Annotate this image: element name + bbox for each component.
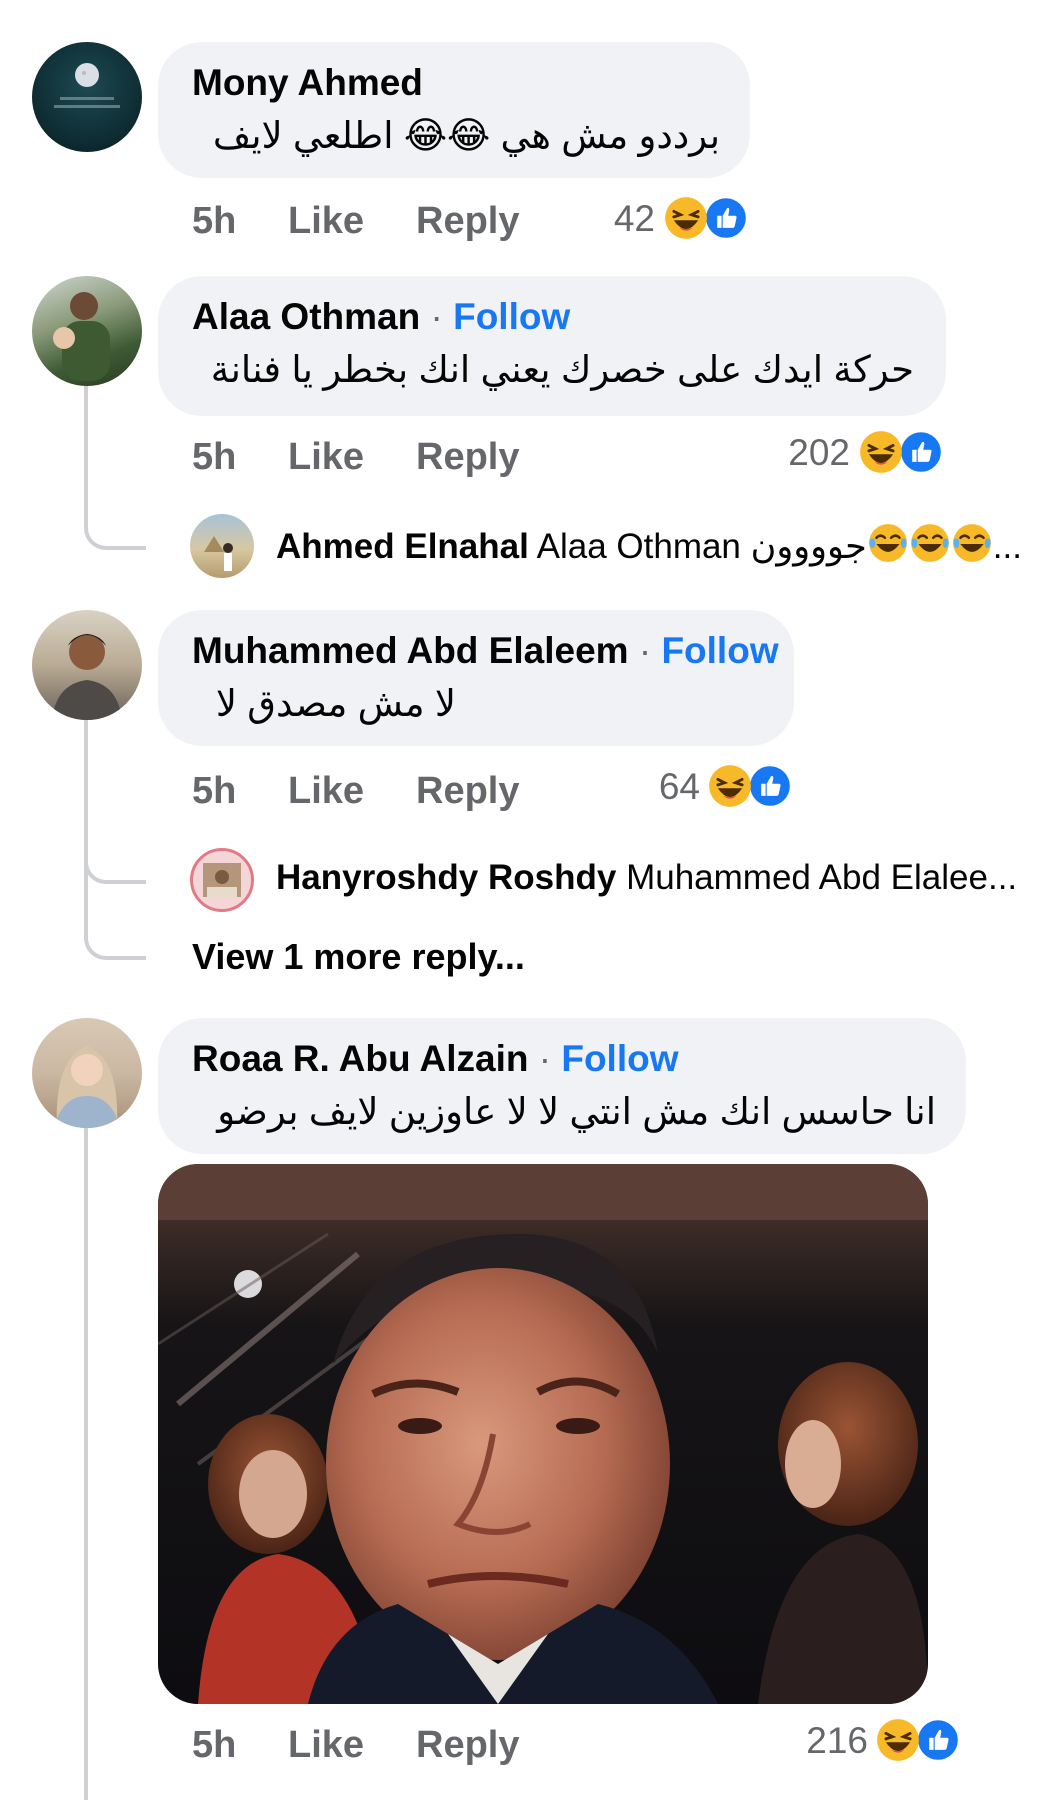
reaction-count[interactable]: 216 [778, 1720, 868, 1762]
thread-hook [84, 440, 146, 550]
author-name[interactable]: Alaa Othman [192, 296, 420, 337]
comment-time[interactable]: 5h [192, 1724, 236, 1767]
follow-button[interactable]: Follow [453, 296, 570, 337]
reaction-count[interactable]: 64 [620, 766, 700, 808]
like-button[interactable]: Like [288, 200, 364, 243]
tears-of-joy-emoji-icon [951, 522, 992, 564]
comment-photo[interactable] [158, 1164, 928, 1704]
haha-emoji-icon [876, 1718, 920, 1762]
haha-emoji-icon [859, 430, 903, 474]
avatar-ahmed-elnahal[interactable] [190, 514, 254, 578]
reply-text: Muhammed Abd Elalee... [626, 858, 1018, 897]
reaction-count[interactable]: 42 [570, 198, 655, 240]
reaction-icons[interactable] [660, 192, 752, 244]
avatar-hanyroshdy-roshdy[interactable] [190, 848, 254, 912]
haha-emoji-icon [664, 196, 708, 240]
avatar-alaa-othman[interactable] [32, 276, 142, 386]
reply-button[interactable]: Reply [416, 1724, 519, 1767]
author-name[interactable]: Roaa R. Abu Alzain [192, 1038, 528, 1079]
like-button[interactable]: Like [288, 1724, 364, 1767]
thread-hook [84, 876, 146, 960]
reply-button[interactable]: Reply [416, 436, 519, 479]
comment-author[interactable]: Mony Ahmed [192, 62, 423, 104]
reply-author[interactable]: Hanyroshdy Roshdy [276, 858, 616, 897]
comment-text: حركة ايدك على خصرك يعني انك بخطر يا فنان… [210, 349, 914, 390]
comment-time[interactable]: 5h [192, 770, 236, 813]
follow-button[interactable]: Follow [661, 630, 778, 671]
reaction-count[interactable]: 202 [755, 432, 850, 474]
comment-time[interactable]: 5h [192, 200, 236, 243]
like-button[interactable]: Like [288, 770, 364, 813]
tears-of-joy-emoji-icon [909, 522, 950, 564]
like-reaction-icon [899, 430, 943, 474]
comment-text: انا حاسس انك مش انتي لا لا عاوزين لايف ب… [217, 1091, 936, 1132]
comment-time[interactable]: 5h [192, 436, 236, 479]
thread-hook [84, 776, 146, 884]
comment-text: برددو مش هي 😂😂 اطلعي لايف [212, 115, 720, 156]
reaction-icons[interactable] [704, 760, 796, 812]
like-reaction-icon [916, 1718, 960, 1762]
reply-button[interactable]: Reply [416, 200, 519, 243]
thread-line [84, 1126, 88, 1800]
comment-author: Roaa R. Abu Alzain · Follow [192, 1038, 679, 1080]
reaction-icons[interactable] [872, 1714, 964, 1766]
comment-actions: 5h Like Reply [192, 200, 892, 246]
like-button[interactable]: Like [288, 436, 364, 479]
moon-icon [54, 63, 120, 108]
reply-summary[interactable]: Hanyroshdy Roshdy Muhammed Abd Elalee... [276, 858, 1017, 898]
like-reaction-icon [748, 764, 792, 808]
reply-author[interactable]: Ahmed Elnahal [276, 527, 529, 566]
tears-of-joy-emoji-icon [867, 522, 908, 564]
comment-text: لا مش مصدق لا [215, 683, 456, 724]
author-name[interactable]: Mony Ahmed [192, 62, 423, 103]
meme-photo [158, 1164, 928, 1704]
separator: · [430, 296, 443, 337]
separator: · [638, 630, 652, 671]
haha-emoji-icon [708, 764, 752, 808]
view-more-replies[interactable]: View 1 more reply... [192, 936, 525, 978]
reply-summary[interactable]: Ahmed Elnahal Alaa Othman جوووون... [276, 522, 1022, 567]
comment-author: Muhammed Abd Elaleem · Follow [192, 630, 779, 672]
avatar-mony-ahmed[interactable] [32, 42, 142, 152]
reaction-icons[interactable] [855, 426, 947, 478]
like-reaction-icon [704, 196, 748, 240]
thread-line [84, 382, 88, 442]
separator: · [538, 1038, 552, 1079]
reply-button[interactable]: Reply [416, 770, 519, 813]
comment-author: Alaa Othman · Follow [192, 296, 570, 338]
author-name[interactable]: Muhammed Abd Elaleem [192, 630, 629, 671]
avatar-roaa-abu-alzain[interactable] [32, 1018, 142, 1128]
follow-button[interactable]: Follow [561, 1038, 678, 1079]
reply-text: Alaa Othman جوووون... [537, 522, 1022, 566]
avatar-muhammed-abd-elaleem[interactable] [32, 610, 142, 720]
